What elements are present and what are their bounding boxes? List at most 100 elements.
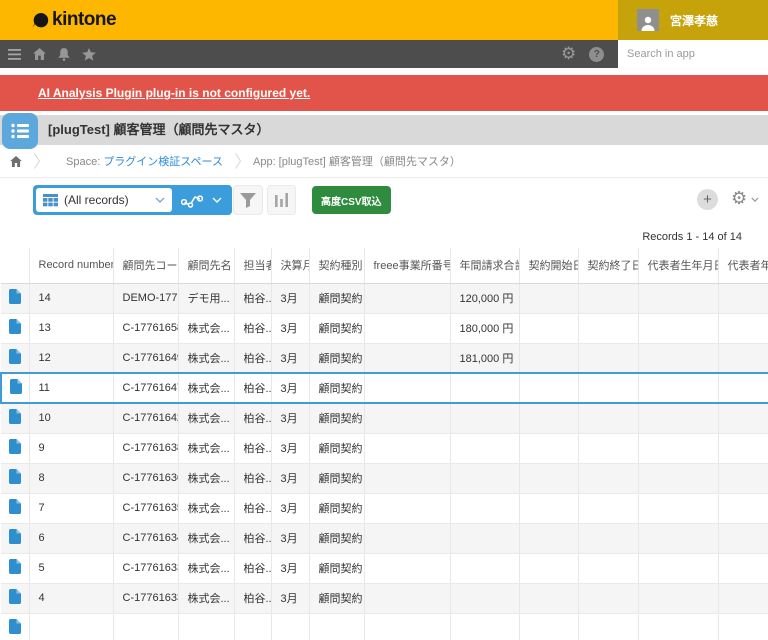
column-header[interactable]: freee事業所番号	[364, 248, 450, 283]
cell: 3月	[271, 403, 309, 433]
record-icon-cell	[1, 463, 29, 493]
table-row[interactable]: 6C-17761634...株式会...柏谷...3月顧問契約	[1, 523, 768, 553]
cell	[718, 433, 768, 463]
csv-import-button[interactable]: 高度CSV取込	[312, 186, 391, 214]
cell	[578, 403, 638, 433]
document-icon[interactable]	[9, 529, 21, 544]
cell: 柏谷...	[234, 523, 271, 553]
cell: 3月	[271, 553, 309, 583]
table-row[interactable]: 12C-17761649...株式会...柏谷...3月顧問契約181,000 …	[1, 343, 768, 373]
cell	[364, 523, 450, 553]
document-icon[interactable]	[9, 469, 21, 484]
kintone-logo[interactable]: kintone	[32, 0, 116, 40]
document-icon[interactable]	[9, 559, 21, 574]
document-icon[interactable]	[9, 589, 21, 604]
warning-banner-link[interactable]: AI Analysis Plugin plug-in is not config…	[38, 86, 310, 100]
cell	[519, 463, 578, 493]
column-header[interactable]: 代表者年齢	[718, 248, 768, 283]
column-header[interactable]: 顧問先名	[178, 248, 234, 283]
user-menu[interactable]: 宮澤孝慈	[618, 0, 768, 40]
cell	[450, 523, 519, 553]
gear-icon[interactable]: ⚙	[561, 46, 576, 63]
document-icon[interactable]	[9, 409, 21, 424]
table-row[interactable]: 8C-17761636...株式会...柏谷...3月顧問契約	[1, 463, 768, 493]
column-header[interactable]: Record number	[29, 248, 113, 283]
table-header-row: Record number顧問先コード顧問先名担当者決算月契約種別freee事業…	[1, 248, 768, 283]
cell: 13	[29, 313, 113, 343]
record-icon-cell	[1, 343, 29, 373]
table-row[interactable]	[1, 613, 768, 640]
cell	[638, 523, 718, 553]
chevron-separator-icon	[235, 153, 241, 169]
document-icon[interactable]	[9, 349, 21, 364]
table-row[interactable]: 5C-17761633...株式会...柏谷...3月顧問契約	[1, 553, 768, 583]
help-icon[interactable]: ?	[589, 47, 604, 62]
column-header[interactable]: 年間請求合計	[450, 248, 519, 283]
view-dropdown[interactable]: (All records)	[36, 188, 172, 212]
cell: 柏谷...	[234, 583, 271, 613]
cell: 顧問契約	[309, 283, 364, 313]
cell: 顧問契約	[309, 313, 364, 343]
cell: 5	[29, 553, 113, 583]
column-header[interactable]: 顧問先コード	[113, 248, 178, 283]
cell: 12	[29, 343, 113, 373]
document-icon[interactable]	[9, 619, 21, 634]
view-selector-value: (All records)	[64, 193, 149, 207]
table-row[interactable]: 9C-17761638...株式会...柏谷...3月顧問契約	[1, 433, 768, 463]
document-icon[interactable]	[9, 319, 21, 334]
table-row[interactable]: 11C-17761647...株式会...柏谷...3月顧問契約	[1, 373, 768, 403]
star-icon[interactable]	[82, 48, 96, 61]
search-input[interactable]	[618, 40, 768, 68]
record-icon-cell	[1, 613, 29, 640]
cell: C-17761658...	[113, 313, 178, 343]
chart-button[interactable]	[267, 185, 296, 215]
table-row[interactable]: 13C-17761658...株式会...柏谷...3月顧問契約180,000 …	[1, 313, 768, 343]
table-row[interactable]: 7C-17761635...株式会...柏谷...3月顧問契約	[1, 493, 768, 523]
breadcrumb-home-icon[interactable]	[10, 156, 22, 167]
column-header[interactable]: 契約種別	[309, 248, 364, 283]
table-row[interactable]: 4C-17761633...株式会...柏谷...3月顧問契約	[1, 583, 768, 613]
column-header[interactable]: 担当者	[234, 248, 271, 283]
document-icon[interactable]	[9, 289, 21, 304]
breadcrumb-app: App: [plugTest] 顧客管理（顧問先マスタ）	[253, 153, 461, 169]
cell	[638, 283, 718, 313]
app-settings-button[interactable]: ⚙	[731, 188, 759, 210]
bell-icon[interactable]	[58, 48, 70, 61]
cell	[519, 523, 578, 553]
cell: C-17761638...	[113, 433, 178, 463]
column-header[interactable]: 契約開始日	[519, 248, 578, 283]
cell: C-17761633...	[113, 583, 178, 613]
cell	[718, 613, 768, 640]
warning-banner: AI Analysis Plugin plug-in is not config…	[0, 75, 768, 111]
column-header[interactable]: 契約終了日	[578, 248, 638, 283]
cell	[450, 403, 519, 433]
chevron-separator-icon	[34, 153, 40, 169]
cell	[638, 463, 718, 493]
breadcrumb-space-link[interactable]: プラグイン検証スペース	[103, 156, 223, 168]
cell	[718, 523, 768, 553]
app-list-icon[interactable]	[2, 113, 38, 149]
cell	[450, 493, 519, 523]
home-icon[interactable]	[33, 48, 46, 60]
document-icon[interactable]	[9, 439, 21, 454]
cell: 株式会...	[178, 493, 234, 523]
cell	[578, 283, 638, 313]
column-header-icon	[1, 248, 29, 283]
table-row[interactable]: 10C-17761642...株式会...柏谷...3月顧問契約	[1, 403, 768, 433]
add-record-button[interactable]: +	[697, 189, 718, 210]
graph-view-button[interactable]	[172, 192, 232, 208]
column-header[interactable]: 代表者生年月日	[638, 248, 718, 283]
filter-button[interactable]	[233, 185, 263, 215]
document-icon[interactable]	[10, 379, 22, 394]
column-header[interactable]: 決算月	[271, 248, 309, 283]
cell: C-17761649...	[113, 343, 178, 373]
records-table: Record number顧問先コード顧問先名担当者決算月契約種別freee事業…	[0, 248, 768, 640]
cell: 柏谷...	[234, 433, 271, 463]
table-row[interactable]: 14DEMO-1776...デモ用...柏谷...3月顧問契約120,000 円	[1, 283, 768, 313]
document-icon[interactable]	[9, 499, 21, 514]
search-box	[618, 40, 768, 68]
record-icon-cell	[1, 283, 29, 313]
cell: 3月	[271, 343, 309, 373]
record-icon-cell	[1, 433, 29, 463]
menu-icon[interactable]	[8, 49, 21, 60]
